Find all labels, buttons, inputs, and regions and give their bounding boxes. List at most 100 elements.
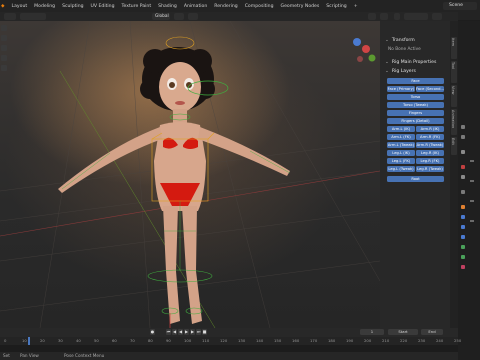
scene-selector[interactable]: Scene [443, 2, 477, 10]
timeline-tick-label: 140 [256, 338, 264, 343]
layer-arm-l-fk-button[interactable]: Arm.L (FK) [387, 134, 415, 140]
play-reverse-button[interactable]: ◀ [178, 329, 183, 335]
viewport-scene [0, 21, 380, 328]
data-properties-icon[interactable] [461, 255, 465, 259]
collection-properties-icon[interactable] [461, 190, 465, 194]
tab-animation[interactable]: Animation [451, 109, 457, 135]
current-frame-field[interactable]: 1 [360, 329, 384, 335]
prev-keyframe-button[interactable]: ◀ [172, 329, 177, 335]
character-right-arm [198, 127, 290, 176]
layer-leg-r-tweak-button[interactable]: Leg.R (Tweak) [416, 166, 444, 172]
scene-name: Scene [449, 3, 464, 8]
layer-fingers-detail-button[interactable]: Fingers (Detail) [387, 118, 444, 124]
output-properties-icon[interactable] [461, 150, 465, 154]
tab-texture-paint[interactable]: Texture Paint [122, 4, 152, 9]
3d-viewport[interactable] [0, 21, 380, 328]
layer-torso-button[interactable]: Torso [387, 94, 444, 100]
layer-face-button[interactable]: Face [387, 78, 444, 84]
tab-uv-editing[interactable]: UV Editing [91, 4, 115, 9]
tab-edit[interactable]: Edit [451, 137, 457, 155]
layer-arm-l-tweak-button[interactable]: Arm.L (Tweak) [387, 142, 415, 148]
snap-button[interactable] [188, 13, 198, 20]
layer-arm-r-fk-button[interactable]: Arm.R (FK) [416, 134, 444, 140]
timeline-tick-label: 40 [76, 338, 81, 343]
tab-view[interactable]: View [451, 85, 457, 107]
physics-properties-icon[interactable] [461, 235, 465, 239]
tab-item[interactable]: Item [451, 37, 457, 59]
timeline-tick-label: 80 [148, 338, 153, 343]
render-properties-icon[interactable] [461, 135, 465, 139]
timeline-tick-label: 250 [454, 338, 462, 343]
jump-end-button[interactable]: ⏭ [196, 329, 201, 335]
particles-properties-icon[interactable] [461, 225, 465, 229]
modifier-properties-icon[interactable] [461, 215, 465, 219]
keyframe-icon[interactable]: ● [150, 329, 155, 335]
layer-leg-r-fk-button[interactable]: Leg.R (FK) [416, 158, 444, 164]
character-left-leg [163, 206, 180, 324]
tool-properties-icon[interactable] [461, 125, 465, 129]
tab-layout[interactable]: Layout [12, 4, 28, 9]
layer-arm-r-ik-button[interactable]: Arm.R (IK) [416, 126, 444, 132]
transform-orientation-dropdown[interactable]: Global [152, 13, 170, 20]
sidebar-tabs: Item Tool View Animation Edit [450, 21, 458, 328]
tab-tool[interactable]: Tool [451, 61, 457, 83]
scene-properties-icon[interactable] [461, 165, 465, 169]
tab-animation[interactable]: Animation [184, 4, 207, 9]
layer-leg-l-ik-button[interactable]: Leg.L (IK) [387, 150, 415, 156]
tab-rendering[interactable]: Rendering [214, 4, 237, 9]
start-frame-field[interactable]: Start [388, 329, 418, 335]
layer-arm-r-tweak-button[interactable]: Arm.R (Tweak) [416, 142, 444, 148]
constraint-properties-icon[interactable] [461, 245, 465, 249]
layer-leg-l-tweak-button[interactable]: Leg.L (Tweak) [387, 166, 415, 172]
tab-shading[interactable]: Shading [158, 4, 177, 9]
shading-mode-buttons[interactable] [404, 13, 428, 20]
timeline-tick-label: 110 [202, 338, 210, 343]
editor-type-button[interactable] [4, 13, 16, 20]
jump-start-button[interactable]: ⏮ [166, 329, 171, 335]
menu-blender-icon[interactable]: ◆ [1, 4, 5, 9]
end-frame-field[interactable]: End [421, 329, 443, 335]
stop-button[interactable]: ■ [202, 329, 207, 335]
rig-knee-ring [147, 269, 213, 283]
navigation-gizmo [353, 38, 376, 62]
overlay-toggle[interactable] [380, 13, 388, 20]
panel-divider [470, 200, 474, 202]
layer-leg-r-ik-button[interactable]: Leg.R (IK) [416, 150, 444, 156]
tab-scripting[interactable]: Scripting [326, 4, 346, 9]
mode-selector[interactable] [20, 13, 46, 20]
play-button[interactable]: ▶ [184, 329, 189, 335]
world-properties-icon[interactable] [461, 175, 465, 179]
timeline-tick-label: 20 [40, 338, 45, 343]
rig-layers-header[interactable]: Rig Layers [385, 69, 416, 74]
timeline-ruler[interactable] [0, 337, 458, 345]
no-bone-text: No Bone Active [388, 47, 421, 52]
timeline-tick-label: 160 [292, 338, 300, 343]
layer-torso-tweak-button[interactable]: Torso (Tweak) [387, 102, 444, 108]
timeline-tick-label: 30 [58, 338, 63, 343]
sidebar-panel [380, 21, 450, 328]
object-properties-icon[interactable] [461, 205, 465, 209]
gizmo-toggle[interactable] [368, 13, 376, 20]
xray-toggle[interactable] [394, 13, 400, 20]
material-properties-icon[interactable] [461, 265, 465, 269]
timeline-tick-label: 200 [364, 338, 372, 343]
timeline-tick-label: 210 [382, 338, 390, 343]
timeline-tick-label: 240 [436, 338, 444, 343]
pivot-point-button[interactable] [174, 13, 184, 20]
timeline-tick-label: 10 [22, 338, 27, 343]
layer-root-button[interactable]: Root [387, 176, 444, 182]
layer-face-secondary-button[interactable]: Face (Second... [416, 86, 444, 92]
layer-leg-l-fk-button[interactable]: Leg.L (FK) [387, 158, 415, 164]
tab-geometry-nodes[interactable]: Geometry Nodes [281, 4, 320, 9]
layer-arm-l-ik-button[interactable]: Arm.L (IK) [387, 126, 415, 132]
layer-face-primary-button[interactable]: Face (Primary) [387, 86, 415, 92]
transform-section-header[interactable]: Transform [385, 38, 415, 43]
rig-main-properties-header[interactable]: Rig Main Properties [385, 60, 437, 65]
layer-fingers-button[interactable]: Fingers [387, 110, 444, 116]
tab-compositing[interactable]: Compositing [245, 4, 274, 9]
shading-options[interactable] [432, 13, 442, 20]
next-keyframe-button[interactable]: ▶ [190, 329, 195, 335]
tab-modeling[interactable]: Modeling [34, 4, 55, 9]
add-workspace-button[interactable]: + [354, 4, 358, 9]
tab-sculpting[interactable]: Sculpting [62, 4, 83, 9]
